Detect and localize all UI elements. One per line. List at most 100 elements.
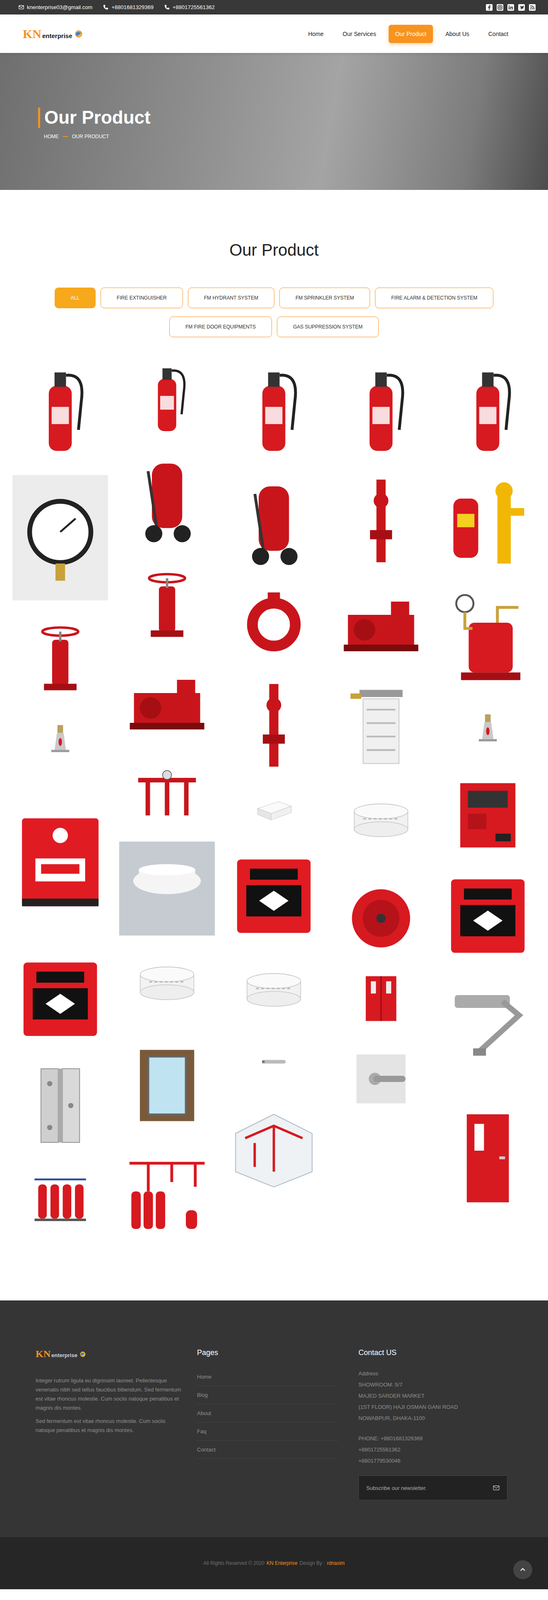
- product-image: [119, 359, 215, 436]
- product-card[interactable]: [225, 1092, 322, 1195]
- address-line: SHOWROOM: 5/7: [358, 1379, 508, 1391]
- product-card[interactable]: [333, 682, 429, 773]
- product-card[interactable]: [225, 475, 322, 570]
- footer-link[interactable]: Home: [197, 1368, 338, 1387]
- footer-link[interactable]: About: [197, 1404, 338, 1423]
- product-card[interactable]: [119, 761, 215, 826]
- product-card[interactable]: [119, 563, 215, 646]
- nav-item[interactable]: About Us: [438, 24, 476, 44]
- nav-item[interactable]: Our Services: [336, 24, 383, 44]
- product-card[interactable]: [119, 661, 215, 745]
- product-card[interactable]: [333, 789, 429, 864]
- product-card[interactable]: [225, 679, 322, 772]
- address-block: Address SHOWROOM: 5/7MAJED SARDER MARKET…: [358, 1368, 508, 1425]
- nav-item[interactable]: Our Product: [388, 24, 433, 44]
- scroll-top-button[interactable]: [513, 1560, 533, 1580]
- product-card[interactable]: [119, 1043, 215, 1129]
- phone[interactable]: +8801725561362: [164, 4, 215, 11]
- product-card[interactable]: [225, 1050, 322, 1076]
- filter-button[interactable]: GAS SUPPRESSION SYSTEM: [276, 316, 379, 338]
- footer-paragraph: Integer rutrum ligula eu dignissim laore…: [35, 1376, 185, 1414]
- product-image: [225, 1092, 322, 1195]
- product-column: [119, 359, 215, 1239]
- product-card[interactable]: [333, 475, 429, 568]
- product-card[interactable]: [119, 1144, 215, 1239]
- phone-icon: [164, 4, 170, 10]
- footer-about: KN enterprise Integer rutrum ligula eu d…: [35, 1348, 198, 1522]
- rss-icon[interactable]: [528, 4, 536, 11]
- product-card[interactable]: [225, 788, 322, 835]
- product-image: [225, 788, 322, 835]
- product-card[interactable]: [333, 1040, 429, 1118]
- product-card[interactable]: [12, 475, 109, 601]
- product-card[interactable]: [119, 841, 215, 936]
- product-column: [333, 359, 429, 1239]
- facebook-icon[interactable]: [485, 4, 493, 11]
- logo[interactable]: KN enterprise: [22, 26, 83, 41]
- product-card[interactable]: [119, 359, 215, 436]
- product-card[interactable]: [439, 359, 536, 459]
- product-card[interactable]: [12, 359, 109, 459]
- product-card[interactable]: [225, 586, 322, 664]
- phone-line: +8801725561362: [358, 1444, 508, 1456]
- product-image: [12, 953, 109, 1046]
- phone[interactable]: +8801681329369: [103, 4, 154, 11]
- product-card[interactable]: [225, 959, 322, 1034]
- product-card[interactable]: [12, 953, 109, 1046]
- product-card[interactable]: [12, 617, 109, 699]
- product-card[interactable]: [439, 777, 536, 854]
- footer-link[interactable]: Contact: [197, 1441, 338, 1460]
- product-card[interactable]: [119, 952, 215, 1027]
- twitter-icon[interactable]: [518, 4, 525, 11]
- newsletter-field[interactable]: Subscribe our newsletter.: [358, 1475, 508, 1501]
- product-card[interactable]: [225, 359, 322, 459]
- product-card[interactable]: [12, 1062, 109, 1150]
- footer-link[interactable]: Blog: [197, 1386, 338, 1405]
- footer-heading: Pages: [197, 1348, 347, 1358]
- filter-button[interactable]: FM HYDRANT SYSTEM: [187, 287, 275, 309]
- copyright-author[interactable]: rdnasim: [326, 1560, 345, 1567]
- product-card[interactable]: [12, 715, 109, 772]
- product-image: [119, 1043, 215, 1129]
- product-card[interactable]: [439, 588, 536, 688]
- filter-button[interactable]: FM FIRE DOOR EQUIPMENTS: [169, 316, 272, 338]
- product-card[interactable]: [225, 850, 322, 943]
- product-card[interactable]: [119, 452, 215, 548]
- filter-button[interactable]: FIRE ALARM & DETECTION SYSTEM: [374, 287, 494, 309]
- email[interactable]: knenterprise03@gmail.com: [18, 4, 93, 11]
- nav-item[interactable]: Contact: [481, 24, 515, 44]
- filter-button[interactable]: ALL: [54, 287, 96, 309]
- filter-button[interactable]: FIRE EXTINGUISHER: [100, 287, 183, 309]
- instagram-icon[interactable]: [496, 4, 504, 11]
- linkedin-icon[interactable]: [507, 4, 515, 11]
- copyright-design: Design By :: [299, 1560, 325, 1567]
- product-image: [333, 789, 429, 864]
- product-image: [12, 617, 109, 699]
- product-card[interactable]: [333, 359, 429, 459]
- product-card[interactable]: [439, 978, 536, 1071]
- footer-logo[interactable]: KN enterprise: [35, 1348, 185, 1361]
- product-card[interactable]: [333, 973, 429, 1025]
- product-card[interactable]: [439, 475, 536, 573]
- footer-paragraph: Sed fermentum est vitae rhoncus molestie…: [35, 1417, 185, 1436]
- product-card[interactable]: [12, 788, 109, 938]
- products-section: Our Product ALLFIRE EXTINGUISHERFM HYDRA…: [0, 189, 548, 1301]
- product-card[interactable]: [439, 704, 536, 761]
- copyright-brand[interactable]: KN Enterprise: [266, 1560, 298, 1567]
- nav-item[interactable]: Home: [301, 24, 330, 44]
- filter-button[interactable]: FM SPRINKLER SYSTEM: [279, 287, 371, 309]
- product-card[interactable]: [439, 1087, 536, 1231]
- page: knenterprise03@gmail.com +8801681329369 …: [0, 0, 548, 1590]
- newsletter-placeholder: Subscribe our newsletter.: [366, 1485, 427, 1492]
- footer-link[interactable]: Faq: [197, 1422, 338, 1442]
- product-card[interactable]: [333, 880, 429, 957]
- product-card[interactable]: [12, 1166, 109, 1228]
- product-card[interactable]: [439, 870, 536, 963]
- footer-links: HomeBlogAboutFaqContact: [197, 1368, 338, 1460]
- product-grid: [0, 359, 548, 1239]
- product-image: [333, 682, 429, 773]
- envelope-icon[interactable]: [492, 1485, 500, 1492]
- breadcrumb-item[interactable]: HOME: [43, 133, 59, 140]
- breadcrumb-item: OUR PRODUCT: [72, 133, 109, 140]
- product-card[interactable]: [333, 583, 429, 667]
